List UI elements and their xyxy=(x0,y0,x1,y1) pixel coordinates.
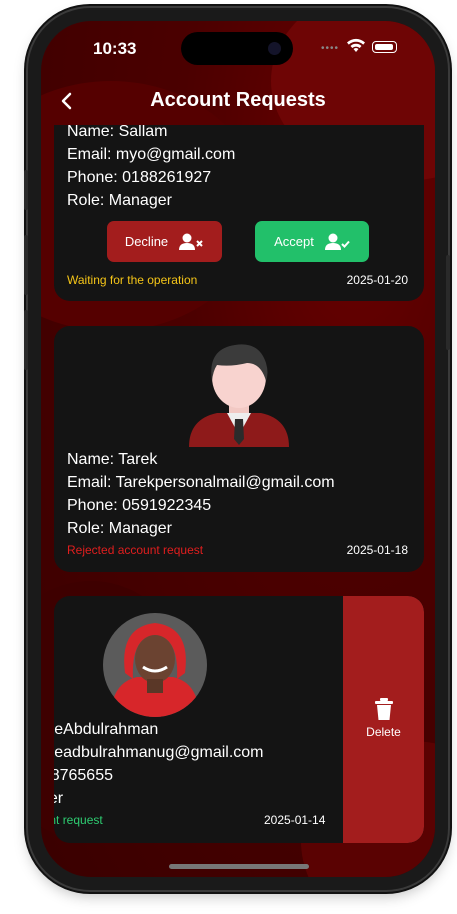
avatar-placeholder-icon xyxy=(189,344,289,447)
request-card: Name: Tarek Email: Tarekpersonalmail@gma… xyxy=(54,326,424,572)
request-status: ccount request xyxy=(54,813,103,827)
user-check-icon xyxy=(324,233,350,250)
request-card-swiped[interactable]: adineAbdulrahman udineadbulrahmanug@gmai… xyxy=(54,596,424,843)
action-button xyxy=(24,170,28,210)
page-title: Account Requests xyxy=(150,89,326,111)
decline-button[interactable]: Decline xyxy=(107,221,222,262)
request-date: 2025-01-20 xyxy=(346,273,408,287)
decline-label: Decline xyxy=(124,234,169,249)
clock: 10:33 xyxy=(93,39,137,58)
request-status: Rejected account request xyxy=(67,543,204,557)
accept-button[interactable]: Accept xyxy=(255,221,369,262)
screen: 10:33 •••• Account Requests Name: Sallam… xyxy=(41,21,435,877)
home-indicator[interactable] xyxy=(169,864,309,869)
app-header: Account Requests xyxy=(41,87,435,115)
card-role: Role: Manager xyxy=(67,192,172,209)
card-phone: Phone: 0591922345 xyxy=(67,497,212,514)
card-name: Name: Sallam xyxy=(67,125,168,140)
card-role: jineer xyxy=(54,790,64,807)
delete-action[interactable]: Delete xyxy=(343,596,424,843)
card-name: Name: Tarek xyxy=(67,451,158,468)
card-content-shifted: adineAbdulrahman udineadbulrahmanug@gmai… xyxy=(54,596,344,843)
user-remove-icon xyxy=(179,233,203,250)
card-phone: 5998765655 xyxy=(54,767,113,784)
wifi-icon xyxy=(347,38,365,52)
card-email: Email: Tarekpersonalmail@gmail.com xyxy=(67,474,335,491)
battery-icon xyxy=(372,41,397,53)
status-bar: 10:33 •••• xyxy=(41,21,435,77)
request-date: 2025-01-18 xyxy=(346,543,408,557)
card-phone: Phone: 0188261927 xyxy=(67,169,212,186)
request-status: Waiting for the operation xyxy=(67,273,198,287)
accept-label: Accept xyxy=(274,234,314,249)
card-email: Email: myo@gmail.com xyxy=(67,146,236,163)
delete-label: Delete xyxy=(366,725,401,739)
volume-down-button xyxy=(24,310,28,370)
avatar xyxy=(103,613,207,717)
card-email: udineadbulrahmanug@gmail.com xyxy=(54,744,264,761)
volume-up-button xyxy=(24,235,28,295)
trash-icon xyxy=(375,698,393,720)
card-role: Role: Manager xyxy=(67,520,172,537)
power-button xyxy=(446,255,450,350)
camera-icon xyxy=(268,42,281,55)
request-date: 2025-01-14 xyxy=(264,813,326,827)
request-card: Name: Sallam Email: myo@gmail.com Phone:… xyxy=(54,125,424,301)
card-name: adineAbdulrahman xyxy=(54,721,159,738)
dynamic-island xyxy=(181,32,293,65)
cellular-signal-icon: •••• xyxy=(321,43,340,54)
